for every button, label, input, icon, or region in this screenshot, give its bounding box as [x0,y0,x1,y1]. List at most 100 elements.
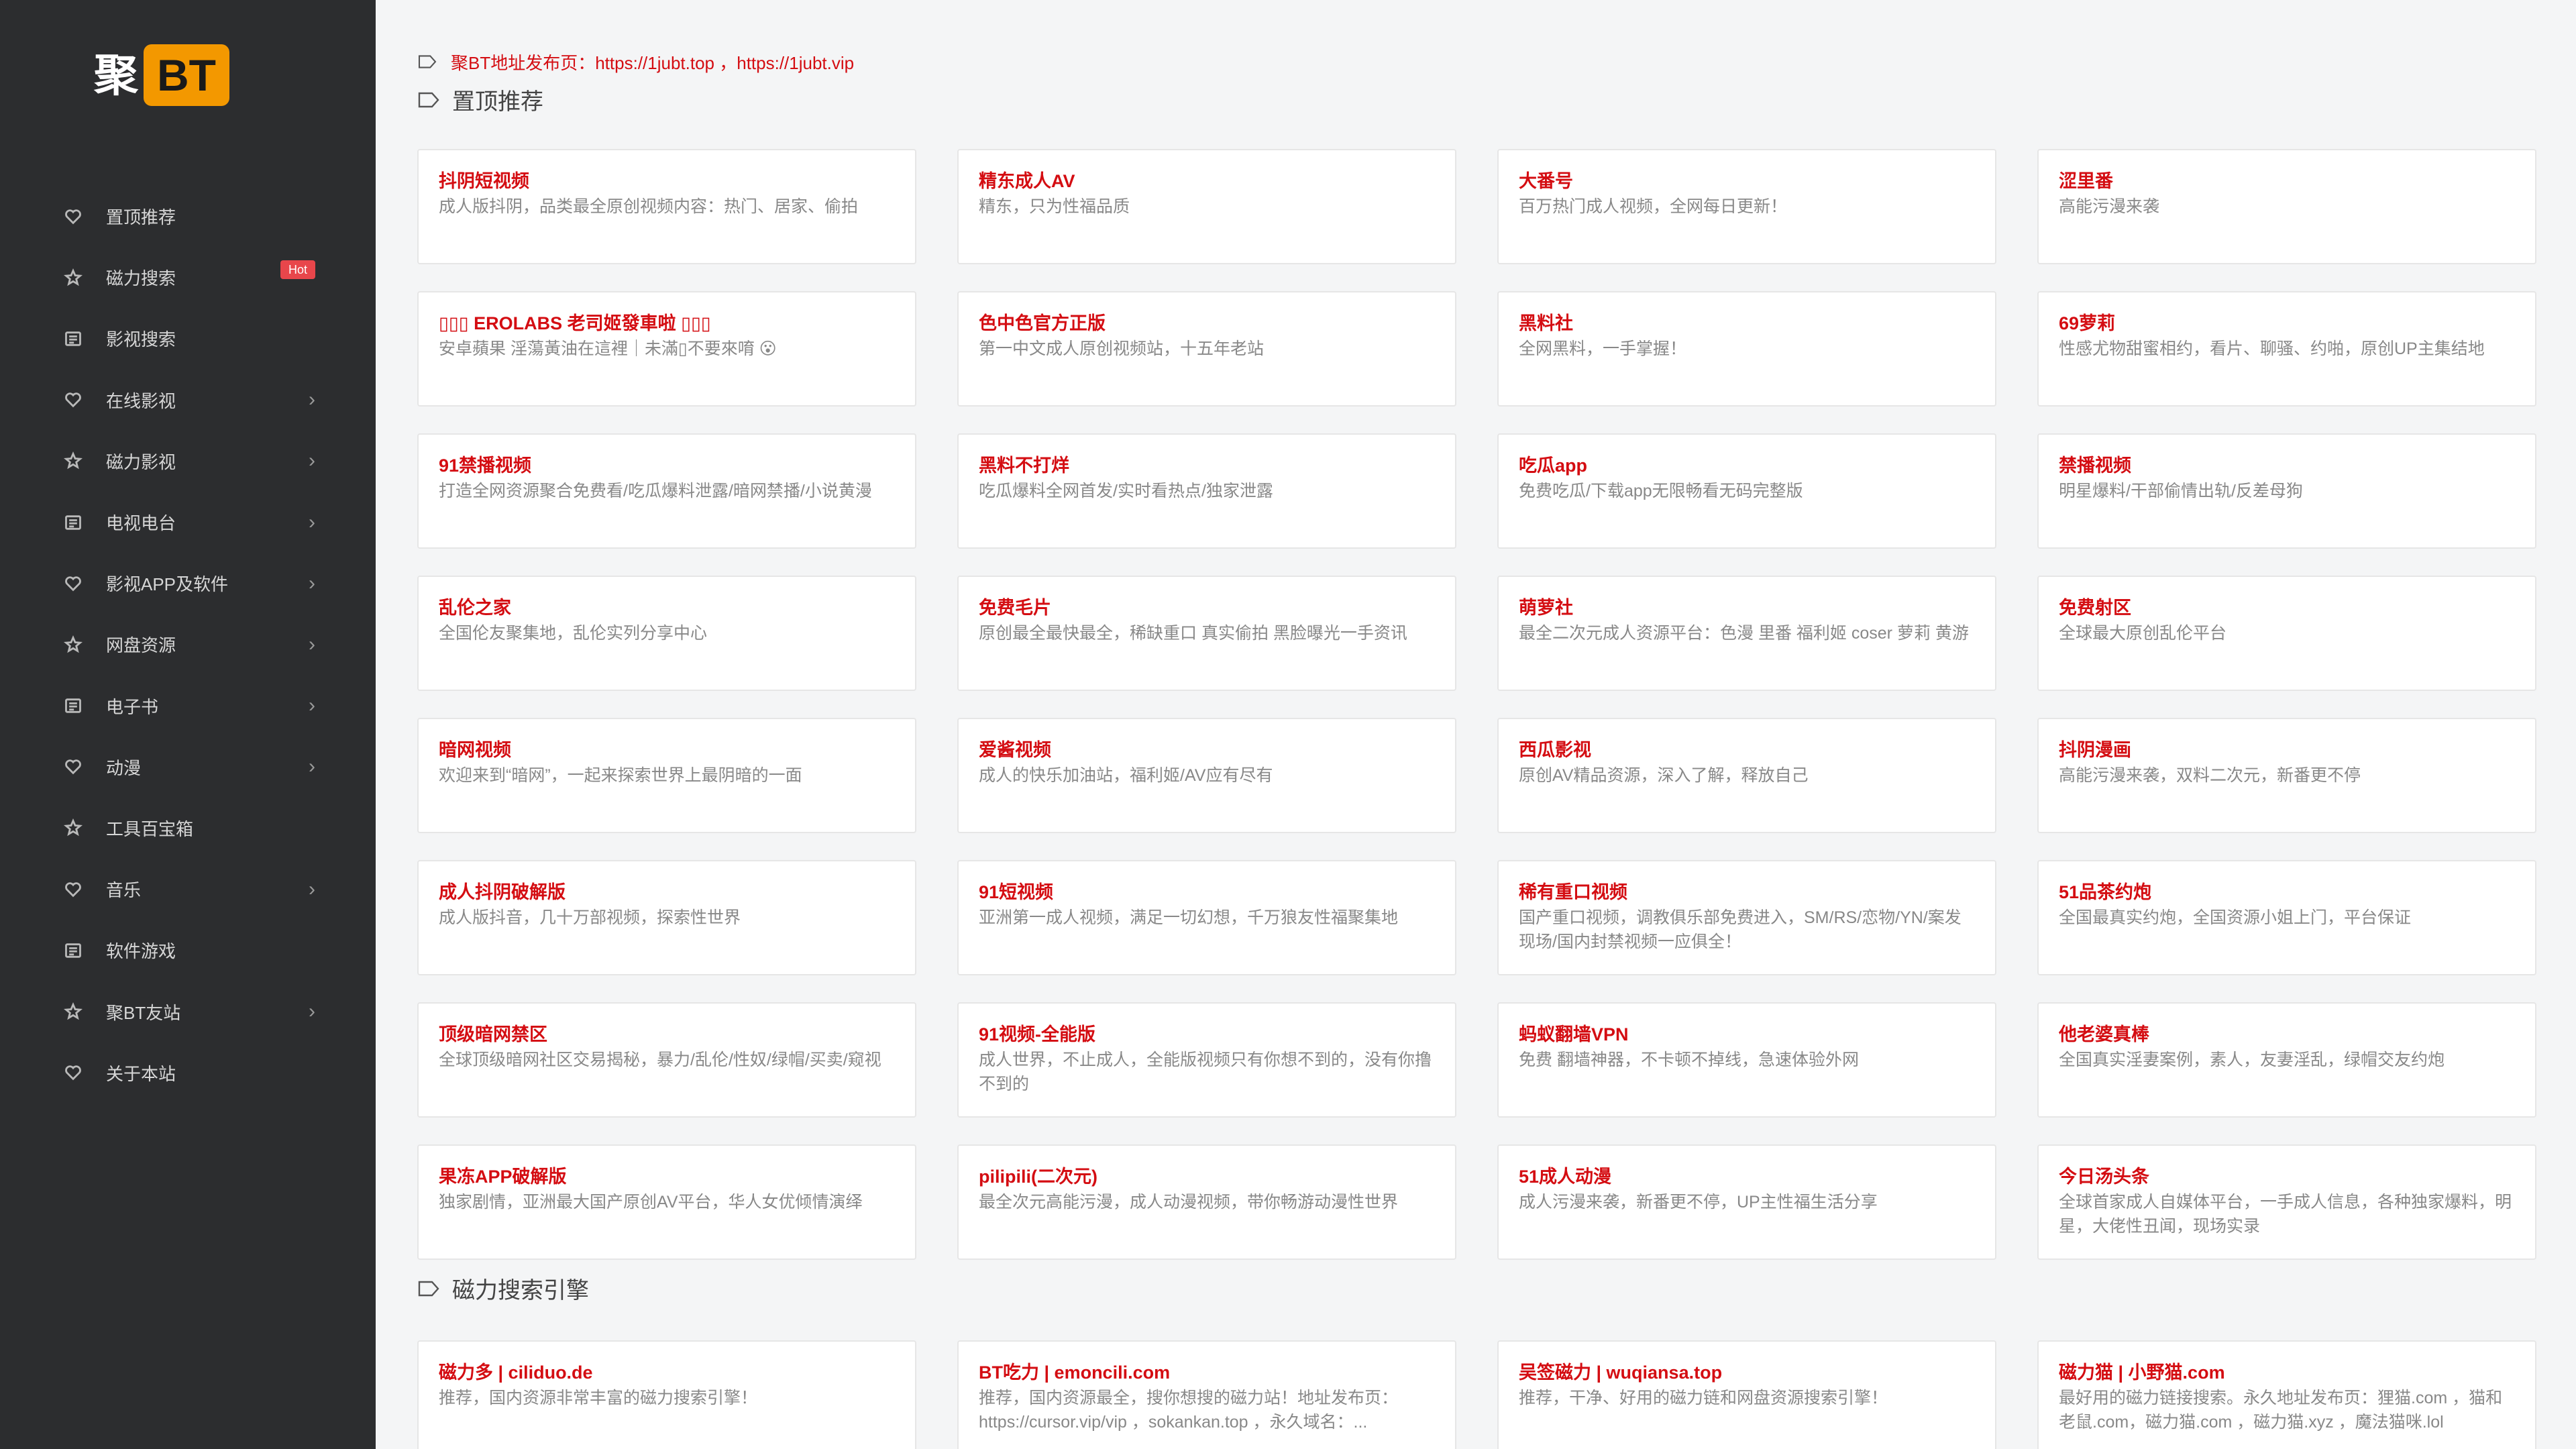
sidebar-item[interactable]: 在线影视 › [54,370,322,431]
site-card[interactable]: 涩里番 高能污漫来袭 [2037,149,2536,264]
site-card-title[interactable]: 91禁播视频 [439,453,895,478]
site-card[interactable]: 萌萝社 最全二次元成人资源平台：色漫 里番 福利姬 coser 萝莉 黄游 [1497,576,1996,691]
site-card-title[interactable]: 乱伦之家 [439,596,895,620]
card-grid-top: 抖阴短视频 成人版抖阴，品类最全原创视频内容：热门、居家、偷拍 精东成人AV 精东，只… [417,149,2537,1260]
site-card-title[interactable]: 吴签磁力 | wuqiansa.top [1519,1360,1975,1385]
sidebar-item[interactable]: 影视搜索 [54,308,322,369]
sidebar-item[interactable]: 音乐 › [54,859,322,920]
star-icon [62,449,85,472]
sidebar-item[interactable]: 磁力搜索 Hot [54,247,322,308]
site-card[interactable]: 今日汤头条 全球首家成人自媒体平台，一手成人信息，各种独家爆料，明星，大佬性丑闻，… [2037,1144,2536,1260]
site-card-title[interactable]: pilipili(二次元) [979,1165,1435,1189]
heart-icon [62,205,85,228]
tag-icon [417,91,440,109]
site-card[interactable]: 大番号 百万热门成人视频，全网每日更新！ [1497,149,1996,264]
site-card[interactable]: 91禁播视频 打造全网资源聚合免费看/吃瓜爆料泄露/暗网禁播/小说黄漫 [417,433,916,549]
site-card[interactable]: 西瓜影视 原创AV精品资源，深入了解，释放自己 [1497,718,1996,833]
sidebar-item-label: 在线影视 [106,390,176,411]
site-card[interactable]: 51品茶约炮 全国最真实约炮，全国资源小姐上门，平台保证 [2037,860,2536,975]
site-card[interactable]: 色中色官方正版 第一中文成人原创视频站，十五年老站 [957,291,1456,407]
site-card[interactable]: 91短视频 亚洲第一成人视频，满足一切幻想，千万狼友性福聚集地 [957,860,1456,975]
site-card-title[interactable]: 禁播视频 [2059,453,2515,478]
site-card[interactable]: 69萝莉 性感尤物甜蜜相约，看片、聊骚、约啪，原创UP主集结地 [2037,291,2536,407]
site-logo[interactable]: 聚 BT [94,44,229,106]
site-card-title[interactable]: 黑料社 [1519,311,1975,335]
site-card-title[interactable]: 51品茶约炮 [2059,880,2515,904]
sidebar-item[interactable]: 置顶推荐 [54,186,322,247]
site-card-title[interactable]: 今日汤头条 [2059,1165,2515,1189]
sidebar-item[interactable]: 磁力影视 › [54,431,322,492]
site-card[interactable]: ▯▯▯ EROLABS 老司姬發車啦 ▯▯▯ 安卓蘋果 淫蕩黃油在這裡｜未滿▯不要… [417,291,916,407]
site-card-title[interactable]: 萌萝社 [1519,596,1975,620]
sidebar-item[interactable]: 工具百宝箱 [54,798,322,859]
sidebar-item[interactable]: 影视APP及软件 › [54,553,322,614]
site-card[interactable]: 磁力多 | ciliduo.de 推荐，国内资源非常丰富的磁力搜索引擎！ [417,1340,916,1449]
chevron-right-icon: › [309,877,315,900]
site-card-title[interactable]: 爱酱视频 [979,738,1435,762]
site-card[interactable]: 吃瓜app 免费吃瓜/下载app无限畅看无码完整版 [1497,433,1996,549]
site-card-title[interactable]: 色中色官方正版 [979,311,1435,335]
site-card[interactable]: 51成人动漫 成人污漫来袭，新番更不停，UP主性福生活分享 [1497,1144,1996,1260]
site-card[interactable]: 稀有重口视频 国产重口视频，调教俱乐部免费进入，SM/RS/恋物/YN/案发现场/… [1497,860,1996,975]
site-card-title[interactable]: 免费毛片 [979,596,1435,620]
site-card-title[interactable]: 吃瓜app [1519,453,1975,478]
sidebar-item[interactable]: 电视电台 › [54,492,322,553]
site-card[interactable]: 黑料不打烊 吃瓜爆料全网首发/实时看热点/独家泄露 [957,433,1456,549]
site-card[interactable]: 抖阴短视频 成人版抖阴，品类最全原创视频内容：热门、居家、偷拍 [417,149,916,264]
sidebar-item-label: 磁力搜索 [106,268,176,289]
site-card[interactable]: 免费毛片原创最全最快最全，稀缺重口 真实偷拍 黑脸曝光一手资讯 [957,576,1456,691]
site-card-title[interactable]: 91短视频 [979,880,1435,904]
site-card-title[interactable]: 涩里番 [2059,169,2515,193]
site-card[interactable]: 乱伦之家 全国伦友聚集地，乱伦实列分享中心 [417,576,916,691]
site-card[interactable]: 爱酱视频 成人的快乐加油站，福利姬/AV应有尽有 [957,718,1456,833]
sidebar-item[interactable]: 软件游戏 [54,920,322,981]
site-card[interactable]: 91视频-全能版成人世界，不止成人，全能版视频只有你想不到的，没有你撸不到的 [957,1002,1456,1118]
site-card[interactable]: 吴签磁力 | wuqiansa.top 推荐，干净、好用的磁力链和网盘资源搜索引擎… [1497,1340,1996,1449]
site-card-title[interactable]: 抖阴漫画 [2059,738,2515,762]
site-card-title[interactable]: 免费射区 [2059,596,2515,620]
site-card-title[interactable]: 蚂蚁翻墙VPN [1519,1022,1975,1046]
site-card-title[interactable]: 顶级暗网禁区 [439,1022,895,1046]
site-card-title[interactable]: 精东成人AV [979,169,1435,193]
notice-text: 聚BT地址发布页：https://1jubt.top ，https://1jub… [451,52,855,73]
site-card[interactable]: 磁力猫 | 小野猫.com 最好用的磁力链接搜索。永久地址发布页：狸猫.com ，… [2037,1340,2536,1449]
site-card-title[interactable]: ▯▯▯ EROLABS 老司姬發車啦 ▯▯▯ [439,311,895,335]
site-card[interactable]: 蚂蚁翻墙VPN 免费 翻墙神器，不卡顿不掉线，急速体验外网 [1497,1002,1996,1118]
sidebar-item[interactable]: 关于本站 [54,1042,322,1104]
sidebar-item[interactable]: 动漫 › [54,737,322,798]
site-card-title[interactable]: 抖阴短视频 [439,169,895,193]
site-card-description: 原创最全最快最全，稀缺重口 真实偷拍 黑脸曝光一手资讯 [979,624,1407,643]
sidebar-item[interactable]: 网盘资源 › [54,614,322,675]
site-card[interactable]: 成人抖阴破解版 成人版抖音，几十万部视频，探索性世界 [417,860,916,975]
sidebar-item[interactable]: 电子书 › [54,676,322,737]
site-card-title[interactable]: 暗网视频 [439,738,895,762]
site-card[interactable]: 他老婆真棒 全国真实淫妻案例，素人，友妻淫乱，绿帽交友约炮 [2037,1002,2536,1118]
address-notice[interactable]: 聚BT地址发布页：https://1jubt.top ，https://1jub… [417,48,854,75]
site-card-title[interactable]: 成人抖阴破解版 [439,880,895,904]
site-card[interactable]: pilipili(二次元) 最全次元高能污漫，成人动漫视频，带你畅游动漫性世界 [957,1144,1456,1260]
site-card[interactable]: 顶级暗网禁区全球顶级暗网社区交易揭秘，暴力/乱伦/性奴/绿帽/买卖/窥视 [417,1002,916,1118]
site-card-title[interactable]: 69萝莉 [2059,311,2515,335]
site-card-title[interactable]: BT吃力 | emoncili.com [979,1360,1435,1385]
site-card-title[interactable]: 51成人动漫 [1519,1165,1975,1189]
site-card[interactable]: 果冻APP破解版 独家剧情，亚洲最大国产原创AV平台，华人女优倾情演绎 [417,1144,916,1260]
sidebar-item[interactable]: 聚BT友站 › [54,981,322,1042]
site-card-title[interactable]: 磁力猫 | 小野猫.com [2059,1360,2515,1385]
site-card[interactable]: 禁播视频 明星爆料/干部偷情出轨/反差母狗 [2037,433,2536,549]
site-card[interactable]: 暗网视频 欢迎来到“暗网”，一起来探索世界上最阴暗的一面 [417,718,916,833]
site-card[interactable]: 精东成人AV 精东，只为性福品质 [957,149,1456,264]
site-card[interactable]: BT吃力 | emoncili.com 推荐，国内资源最全，搜你想搜的磁力站！地址… [957,1340,1456,1449]
site-card-title[interactable]: 91视频-全能版 [979,1022,1435,1046]
site-card-title[interactable]: 西瓜影视 [1519,738,1975,762]
site-card-title[interactable]: 磁力多 | ciliduo.de [439,1360,895,1385]
site-card-description: 全球顶级暗网社区交易揭秘，暴力/乱伦/性奴/绿帽/买卖/窥视 [439,1051,881,1069]
site-card-title[interactable]: 他老婆真棒 [2059,1022,2515,1046]
site-card-title[interactable]: 黑料不打烊 [979,453,1435,478]
site-card[interactable]: 免费射区 全球最大原创乱伦平台 [2037,576,2536,691]
site-card[interactable]: 黑料社 全网黑料，一手掌握！ [1497,291,1996,407]
site-card-title[interactable]: 果冻APP破解版 [439,1165,895,1189]
site-card[interactable]: 抖阴漫画 高能污漫来袭，双料二次元，新番更不停 [2037,718,2536,833]
site-card-title[interactable]: 大番号 [1519,169,1975,193]
site-card-description: 成人世界，不止成人，全能版视频只有你想不到的，没有你撸不到的 [979,1051,1432,1093]
site-card-title[interactable]: 稀有重口视频 [1519,880,1975,904]
